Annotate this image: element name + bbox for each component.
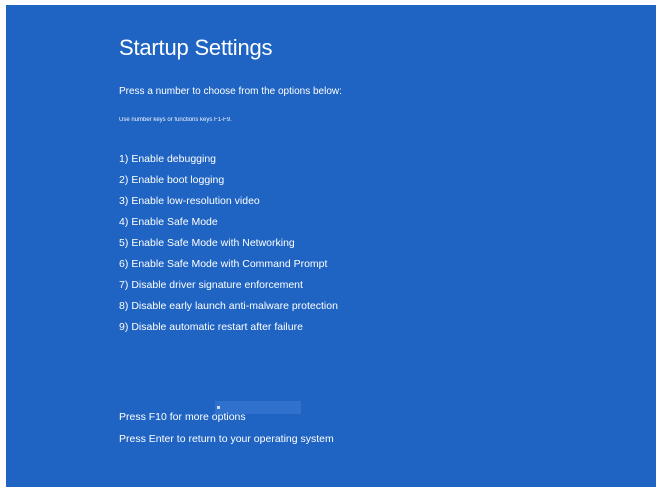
option-label: Enable boot logging [131,174,225,186]
option-number: 3) [119,195,129,207]
option-number: 9) [119,321,129,333]
option-label: Disable driver signature enforcement [131,279,303,291]
option-number: 2) [119,174,129,186]
option-label: Enable Safe Mode with Networking [131,237,295,249]
option-disable-auto-restart[interactable]: 9) Disable automatic restart after failur… [119,317,338,338]
option-number: 7) [119,279,129,291]
option-enable-safe-mode[interactable]: 4) Enable Safe Mode [119,212,338,233]
option-enable-debugging[interactable]: 1) Enable debugging [119,149,338,170]
option-label: Disable early launch anti-malware protec… [131,300,338,312]
option-label: Enable Safe Mode [131,216,218,228]
return-to-os-prompt[interactable]: Press Enter to return to your operating … [119,433,334,445]
bullet-icon [217,406,220,409]
option-number: 1) [119,153,129,165]
page-title: Startup Settings [119,35,273,60]
option-label: Enable Safe Mode with Command Prompt [131,258,328,270]
option-enable-boot-logging[interactable]: 2) Enable boot logging [119,170,338,191]
option-number: 4) [119,216,129,228]
option-label: Enable debugging [131,153,217,165]
key-hint: Use number keys or functions keys F1-F9. [119,117,232,123]
option-enable-low-resolution-video[interactable]: 3) Enable low-resolution video [119,191,338,212]
option-label: Disable automatic restart after failure [131,321,303,333]
instruction-prompt: Press a number to choose from the option… [119,86,342,97]
startup-options-list: 1) Enable debugging 2) Enable boot logging… [119,149,338,338]
startup-settings-screen: Startup Settings Press a number to choos… [6,5,656,487]
option-disable-driver-signature[interactable]: 7) Disable driver signature enforcement [119,275,338,296]
option-disable-early-launch-antimalware[interactable]: 8) Disable early launch anti-malware prot… [119,296,338,317]
more-options-prompt[interactable]: Press F10 for more options [119,411,246,423]
option-safe-mode-command-prompt[interactable]: 6) Enable Safe Mode with Command Prompt [119,254,338,275]
option-number: 8) [119,300,129,312]
option-number: 5) [119,237,129,249]
option-label: Enable low-resolution video [131,195,260,207]
option-safe-mode-networking[interactable]: 5) Enable Safe Mode with Networking [119,233,338,254]
option-number: 6) [119,258,129,270]
